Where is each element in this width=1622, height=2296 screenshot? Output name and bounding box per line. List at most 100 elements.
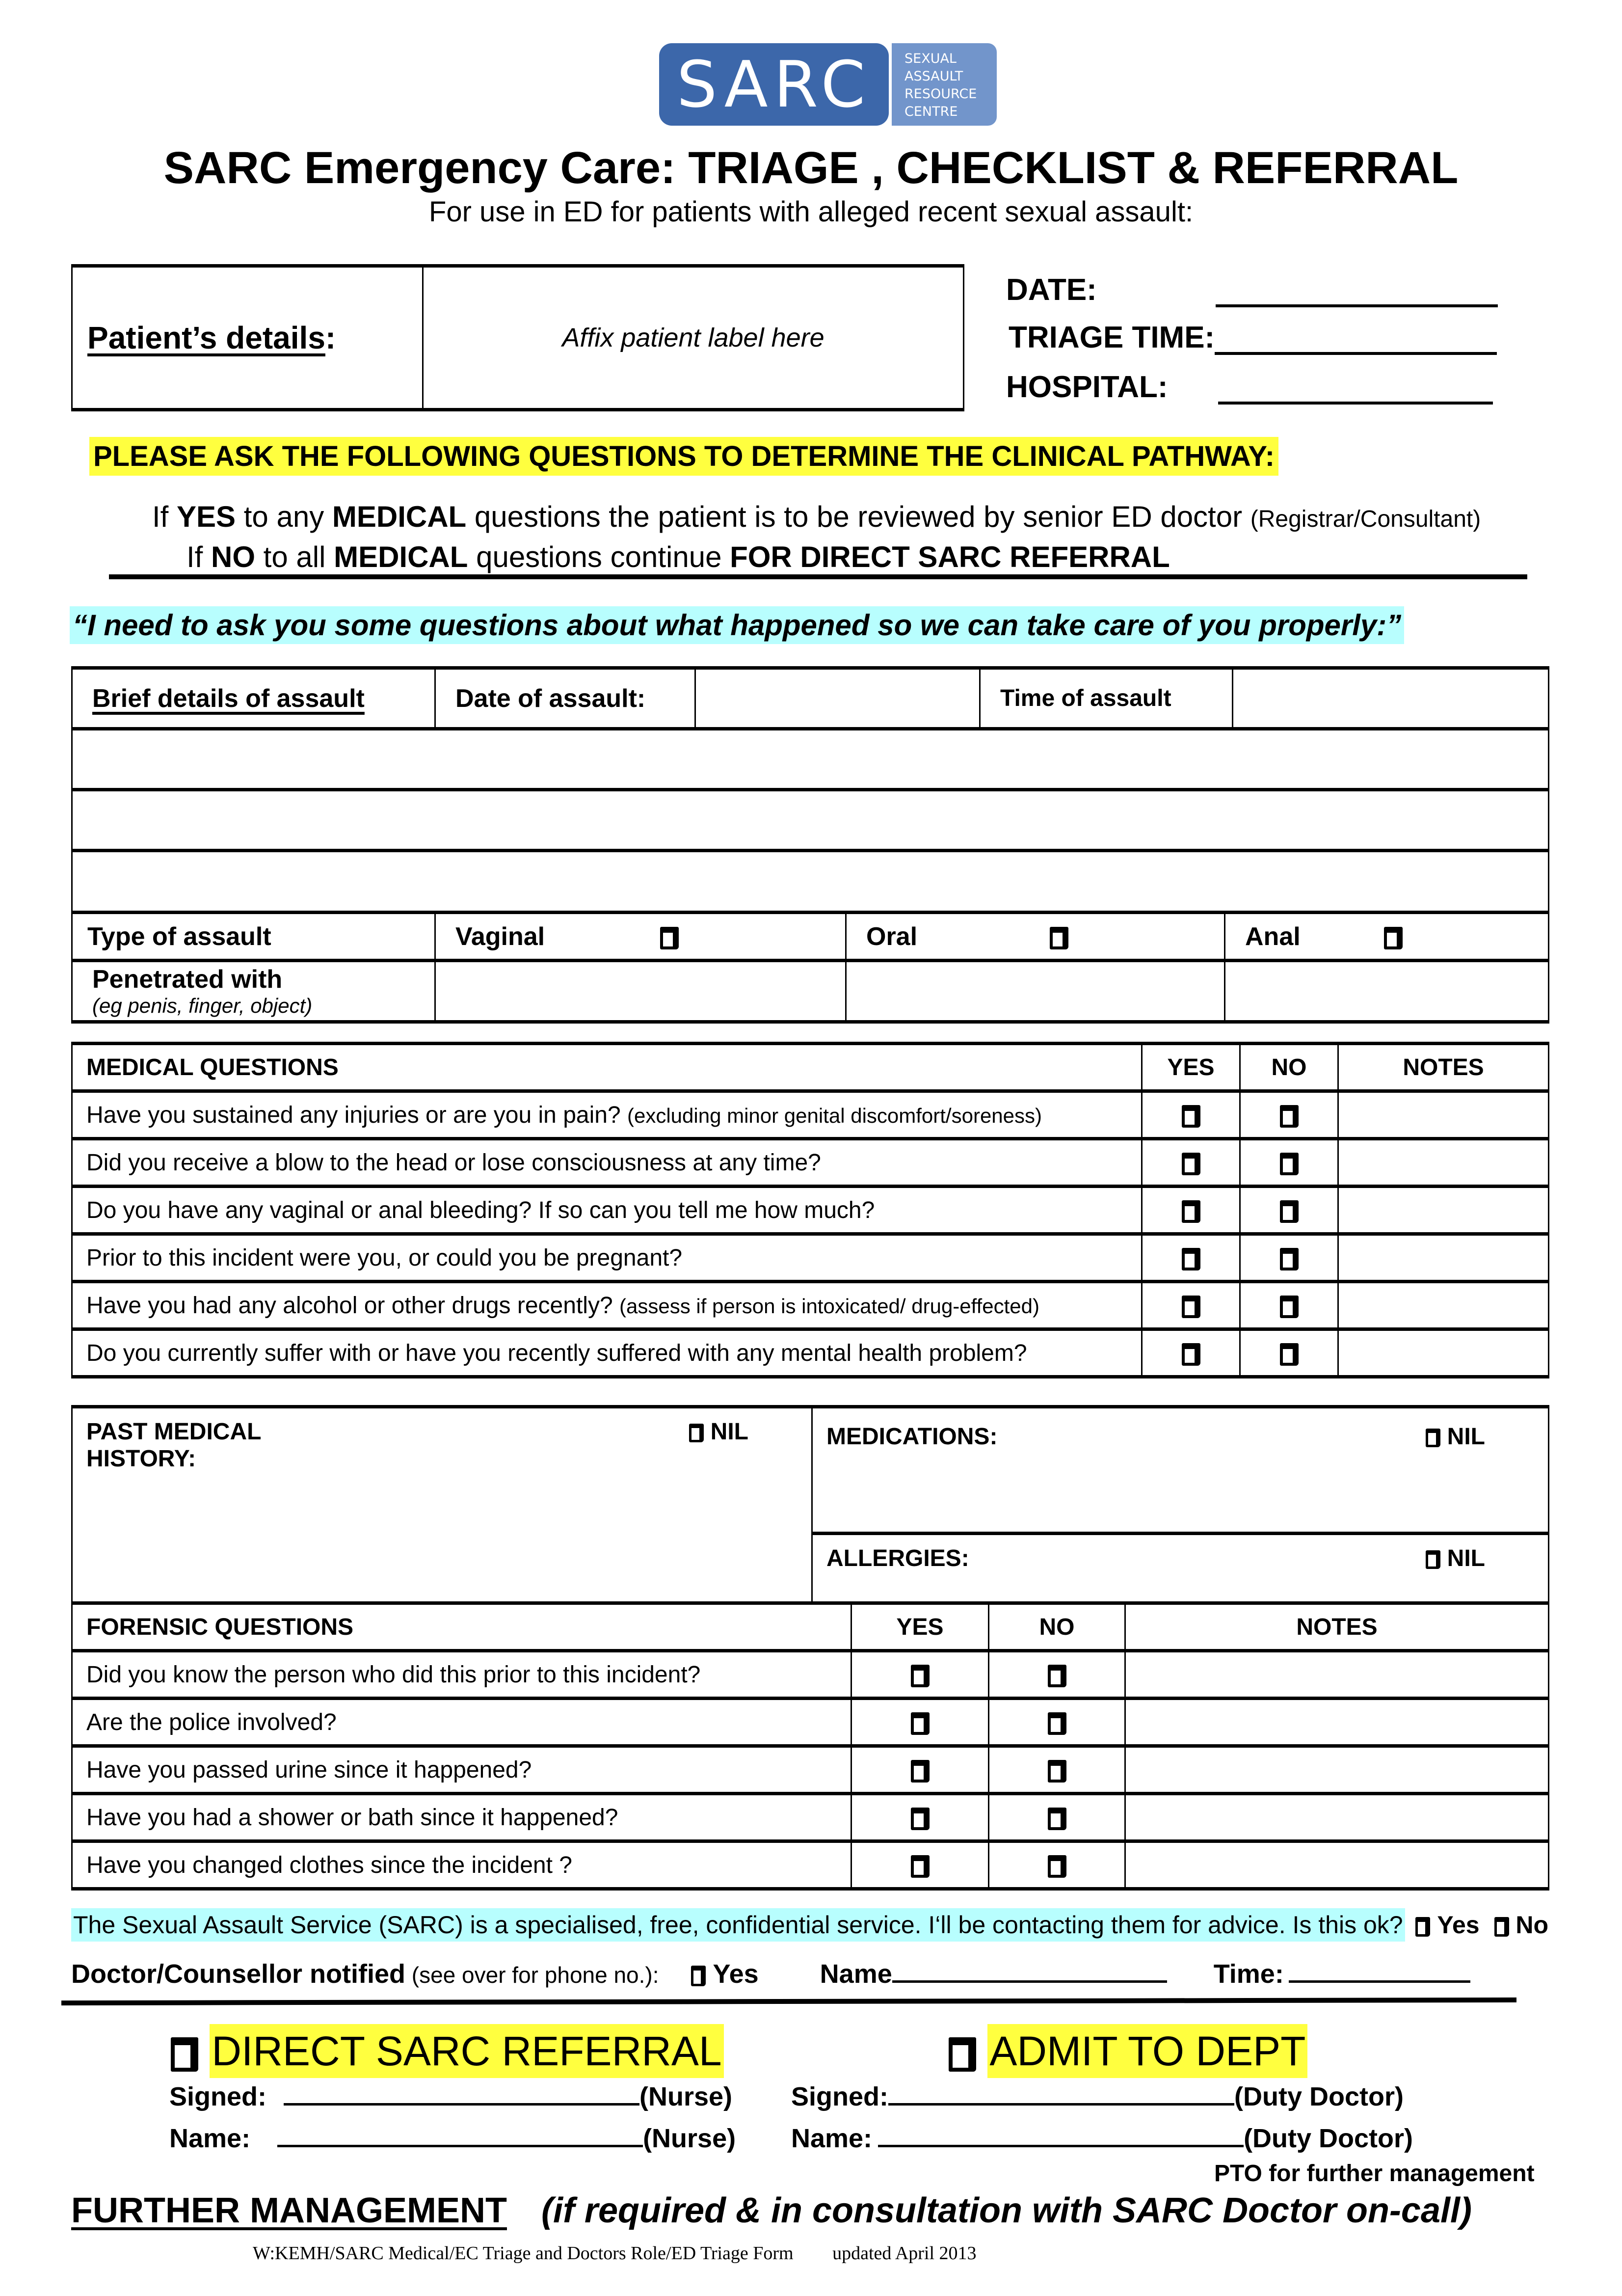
text-bold: NO bbox=[211, 540, 256, 573]
checkbox-icon[interactable] bbox=[1279, 1247, 1299, 1270]
direct-sarc-referral-option[interactable]: DIRECT SARC REFERRAL bbox=[171, 2024, 724, 2078]
checkbox-icon[interactable] bbox=[1047, 1712, 1066, 1735]
notes-cell[interactable] bbox=[1337, 1137, 1549, 1187]
notes-cell[interactable] bbox=[1124, 1792, 1549, 1842]
checkbox-icon[interactable] bbox=[910, 1807, 930, 1830]
no-cell[interactable] bbox=[988, 1744, 1126, 1794]
notes-cell[interactable] bbox=[1124, 1744, 1549, 1794]
penetrated-anal-input[interactable] bbox=[1224, 959, 1549, 1024]
doctor-name-input[interactable] bbox=[878, 2126, 1244, 2147]
penetrated-oral-input[interactable] bbox=[845, 959, 1225, 1024]
type-vaginal[interactable]: Vaginal bbox=[434, 911, 847, 961]
doctor-signature-input[interactable] bbox=[888, 2084, 1234, 2106]
notes-cell[interactable] bbox=[1337, 1232, 1549, 1282]
medications-cell[interactable]: NIL MEDICATIONS: bbox=[811, 1405, 1549, 1534]
admit-to-dept-option[interactable]: ADMIT TO DEPT bbox=[949, 2024, 1308, 2078]
yes-cell[interactable] bbox=[1141, 1185, 1241, 1235]
no-cell[interactable] bbox=[1239, 1137, 1339, 1187]
yes-cell[interactable] bbox=[851, 1744, 989, 1794]
checkbox-icon[interactable] bbox=[1279, 1295, 1299, 1318]
date-of-assault-input[interactable] bbox=[694, 666, 981, 729]
no-cell[interactable] bbox=[1239, 1232, 1339, 1282]
past-medical-history-cell[interactable]: NIL PAST MEDICAL HISTORY: bbox=[71, 1405, 813, 1604]
yes-cell[interactable] bbox=[1141, 1089, 1241, 1139]
notified-time-input[interactable] bbox=[1288, 1961, 1470, 1983]
medications-nil-option[interactable]: NIL bbox=[1426, 1423, 1485, 1450]
checkbox-icon[interactable] bbox=[1047, 1759, 1066, 1783]
type-oral[interactable]: Oral bbox=[845, 911, 1225, 961]
notified-time-label: Time: bbox=[1213, 1959, 1284, 1989]
checkbox-icon[interactable] bbox=[1383, 926, 1403, 949]
checkbox-icon[interactable] bbox=[910, 1855, 930, 1878]
checkbox-icon[interactable] bbox=[1050, 926, 1069, 949]
yes-cell[interactable] bbox=[1141, 1137, 1241, 1187]
no-cell[interactable] bbox=[988, 1649, 1126, 1699]
yes-cell[interactable] bbox=[1141, 1232, 1241, 1282]
no-cell[interactable] bbox=[988, 1839, 1126, 1891]
yes-cell[interactable] bbox=[1141, 1327, 1241, 1378]
notified-name-input[interactable] bbox=[892, 1961, 1167, 1983]
notes-cell[interactable] bbox=[1124, 1697, 1549, 1747]
date-input-line[interactable] bbox=[1216, 283, 1498, 307]
forensic-question-row: Did you know the person who did this pri… bbox=[71, 1649, 1549, 1699]
checkbox-icon[interactable] bbox=[1047, 1664, 1066, 1687]
checkbox-icon[interactable] bbox=[1181, 1200, 1200, 1223]
notes-cell[interactable] bbox=[1337, 1185, 1549, 1235]
yes-cell[interactable] bbox=[851, 1792, 989, 1842]
notified-yes-checkbox-icon[interactable] bbox=[691, 1965, 706, 1986]
checkbox-icon[interactable] bbox=[1279, 1152, 1299, 1175]
notes-cell[interactable] bbox=[1337, 1280, 1549, 1330]
checkbox-icon[interactable] bbox=[1047, 1807, 1066, 1830]
notes-cell[interactable] bbox=[1337, 1327, 1549, 1378]
no-cell[interactable] bbox=[988, 1697, 1126, 1747]
consent-no-checkbox-icon[interactable] bbox=[1494, 1917, 1509, 1937]
nurse-signature-input[interactable] bbox=[284, 2084, 640, 2106]
yes-cell[interactable] bbox=[851, 1697, 989, 1747]
checkbox-icon[interactable] bbox=[1279, 1105, 1299, 1128]
hospital-input-line[interactable] bbox=[1218, 380, 1493, 405]
assault-details-line[interactable] bbox=[71, 727, 1549, 790]
assault-details-line[interactable] bbox=[71, 788, 1549, 851]
checkbox-icon[interactable] bbox=[1181, 1247, 1200, 1270]
triage-time-input-line[interactable] bbox=[1215, 330, 1497, 355]
checkbox-icon[interactable] bbox=[171, 2037, 198, 2072]
checkbox-icon[interactable] bbox=[1279, 1200, 1299, 1223]
notes-cell[interactable] bbox=[1124, 1649, 1549, 1699]
penetrated-vaginal-input[interactable] bbox=[434, 959, 847, 1024]
pmh-nil-option[interactable]: NIL bbox=[689, 1418, 748, 1445]
allergies-cell[interactable]: NIL ALLERGIES: bbox=[811, 1532, 1549, 1604]
no-cell[interactable] bbox=[1239, 1185, 1339, 1235]
no-cell[interactable] bbox=[1239, 1089, 1339, 1139]
patient-label-area[interactable]: Affix patient label here bbox=[422, 264, 964, 411]
time-of-assault-input[interactable] bbox=[1232, 666, 1549, 729]
text: to all bbox=[255, 540, 334, 573]
yes-cell[interactable] bbox=[851, 1649, 989, 1699]
checkbox-icon[interactable] bbox=[1047, 1855, 1066, 1878]
checkbox-icon[interactable] bbox=[689, 1424, 704, 1443]
yes-cell[interactable] bbox=[1141, 1280, 1241, 1330]
checkbox-icon[interactable] bbox=[910, 1759, 930, 1783]
checkbox-icon[interactable] bbox=[1181, 1295, 1200, 1318]
checkbox-icon[interactable] bbox=[1181, 1343, 1200, 1366]
allergies-nil-option[interactable]: NIL bbox=[1426, 1545, 1485, 1572]
checkbox-icon[interactable] bbox=[949, 2037, 976, 2072]
no-cell[interactable] bbox=[1239, 1327, 1339, 1378]
type-anal[interactable]: Anal bbox=[1224, 911, 1549, 961]
checkbox-icon[interactable] bbox=[1181, 1105, 1200, 1128]
consent-yes-checkbox-icon[interactable] bbox=[1415, 1917, 1431, 1937]
type-oral-label: Oral bbox=[866, 922, 918, 951]
notes-cell[interactable] bbox=[1124, 1839, 1549, 1891]
no-cell[interactable] bbox=[1239, 1280, 1339, 1330]
notes-cell[interactable] bbox=[1337, 1089, 1549, 1139]
nurse-name-input[interactable] bbox=[277, 2126, 643, 2147]
checkbox-icon[interactable] bbox=[910, 1664, 930, 1687]
checkbox-icon[interactable] bbox=[1426, 1550, 1441, 1569]
checkbox-icon[interactable] bbox=[1426, 1429, 1441, 1448]
assault-details-line[interactable] bbox=[71, 849, 1549, 912]
checkbox-icon[interactable] bbox=[1181, 1152, 1200, 1175]
checkbox-icon[interactable] bbox=[1279, 1343, 1299, 1366]
no-cell[interactable] bbox=[988, 1792, 1126, 1842]
checkbox-icon[interactable] bbox=[910, 1712, 930, 1735]
checkbox-icon[interactable] bbox=[660, 926, 679, 949]
yes-cell[interactable] bbox=[851, 1839, 989, 1891]
